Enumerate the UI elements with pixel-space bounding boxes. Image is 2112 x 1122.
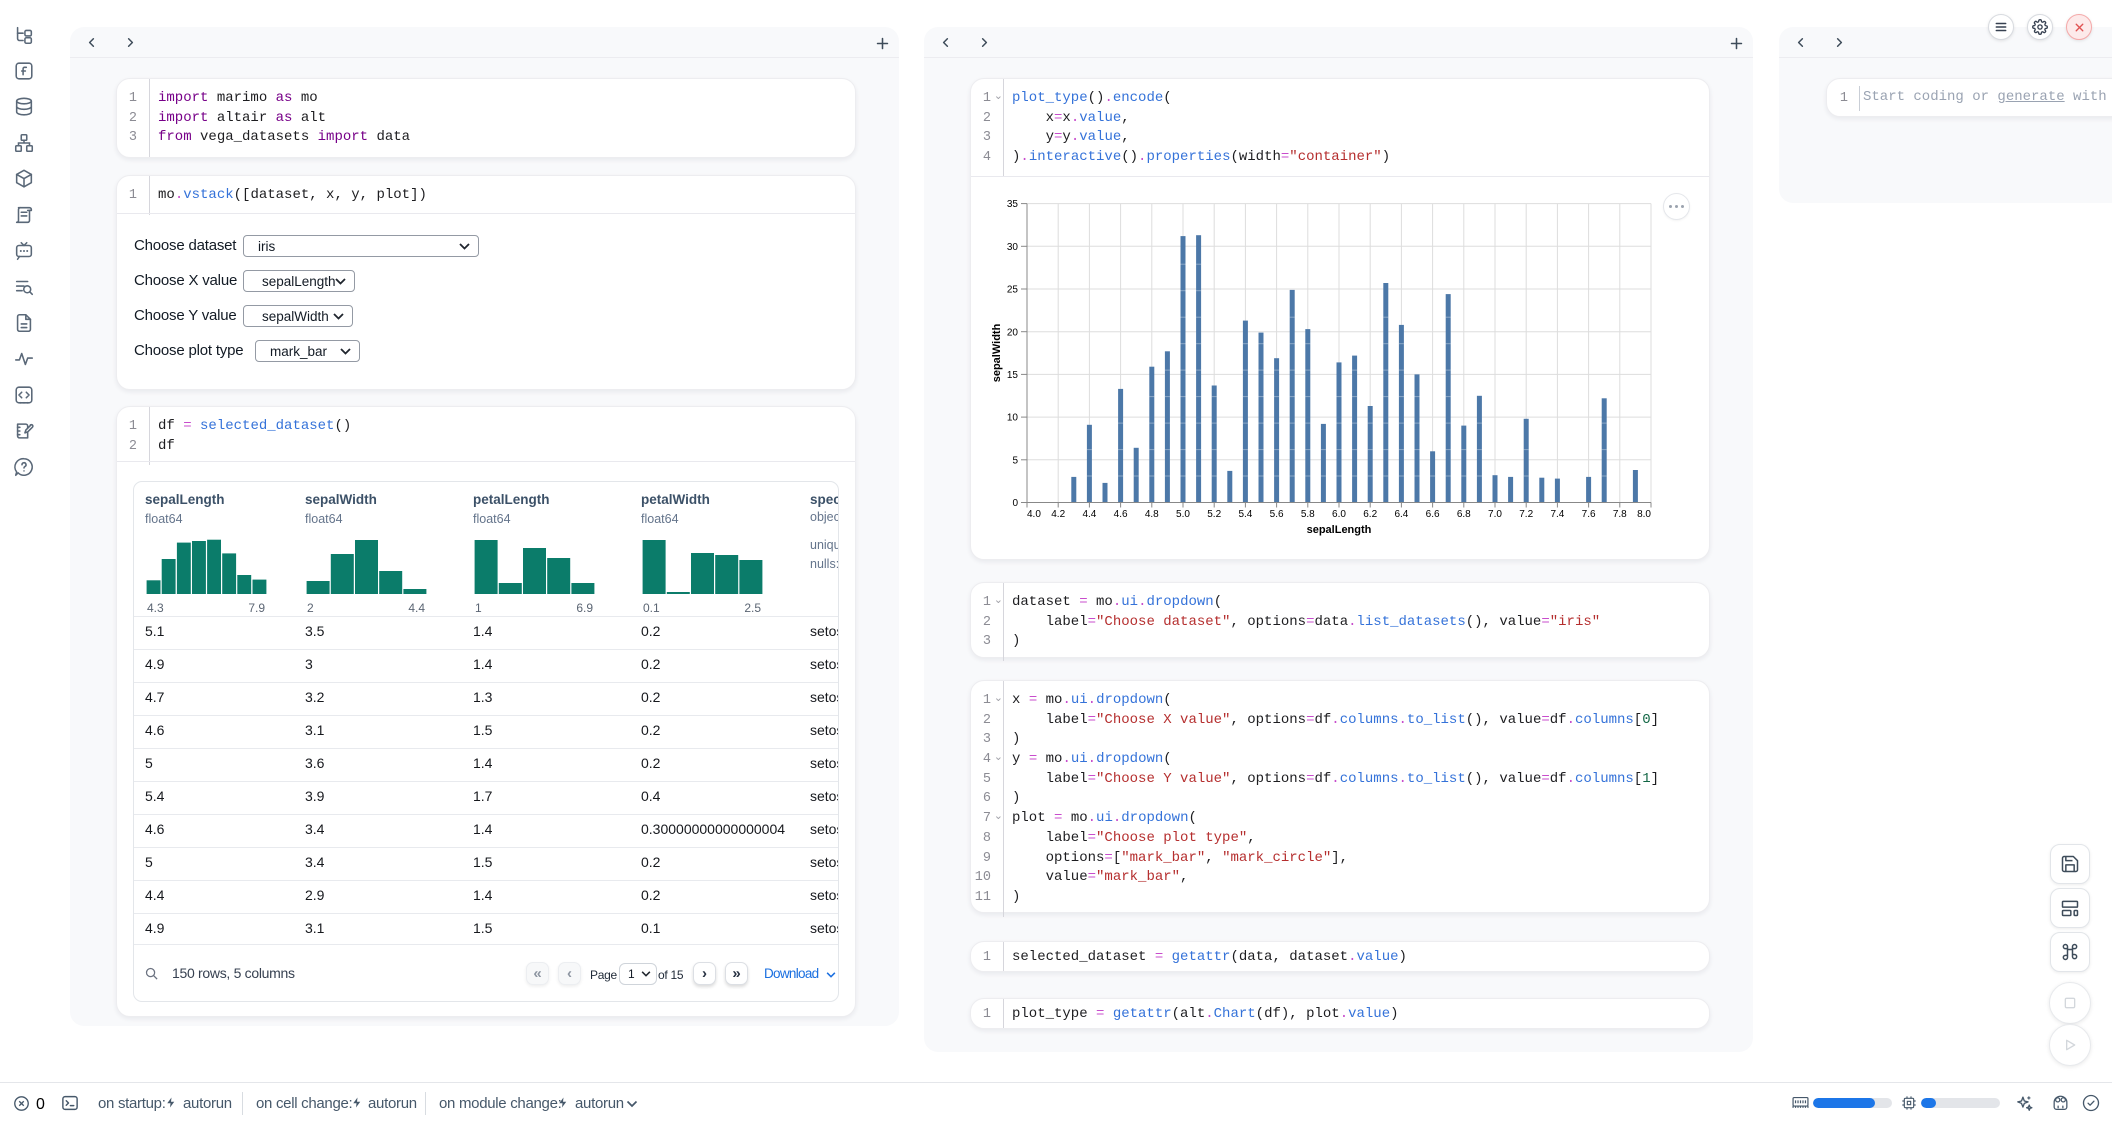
svg-text:6.4: 6.4 (1394, 509, 1408, 520)
svg-text:5.0: 5.0 (1176, 509, 1190, 520)
svg-text:4.6: 4.6 (1114, 509, 1128, 520)
svg-text:sepalWidth: sepalWidth (991, 323, 1003, 382)
svg-text:6.2: 6.2 (1363, 509, 1377, 520)
svg-text:10: 10 (1007, 413, 1019, 424)
svg-text:4.8: 4.8 (1145, 509, 1159, 520)
svg-text:7.8: 7.8 (1613, 509, 1627, 520)
svg-text:5.2: 5.2 (1207, 509, 1221, 520)
svg-text:8.0: 8.0 (1637, 509, 1651, 520)
svg-text:4.4: 4.4 (1082, 509, 1096, 520)
svg-text:35: 35 (1007, 199, 1019, 210)
svg-text:6.6: 6.6 (1426, 509, 1440, 520)
svg-text:5.4: 5.4 (1238, 509, 1252, 520)
svg-text:7.4: 7.4 (1550, 509, 1564, 520)
svg-text:4.2: 4.2 (1051, 509, 1065, 520)
svg-text:4.0: 4.0 (1027, 509, 1041, 520)
svg-text:5: 5 (1012, 455, 1018, 466)
svg-text:7.0: 7.0 (1488, 509, 1502, 520)
svg-text:30: 30 (1007, 242, 1019, 253)
svg-text:6.0: 6.0 (1332, 509, 1346, 520)
svg-text:sepalLength: sepalLength (1307, 524, 1372, 536)
svg-text:7.6: 7.6 (1582, 509, 1596, 520)
svg-text:15: 15 (1007, 370, 1019, 381)
svg-text:7.2: 7.2 (1519, 509, 1533, 520)
svg-text:0: 0 (1012, 498, 1018, 509)
svg-text:6.8: 6.8 (1457, 509, 1471, 520)
svg-text:5.6: 5.6 (1270, 509, 1284, 520)
svg-text:20: 20 (1007, 327, 1019, 338)
svg-text:5.8: 5.8 (1301, 509, 1315, 520)
svg-text:25: 25 (1007, 285, 1019, 296)
